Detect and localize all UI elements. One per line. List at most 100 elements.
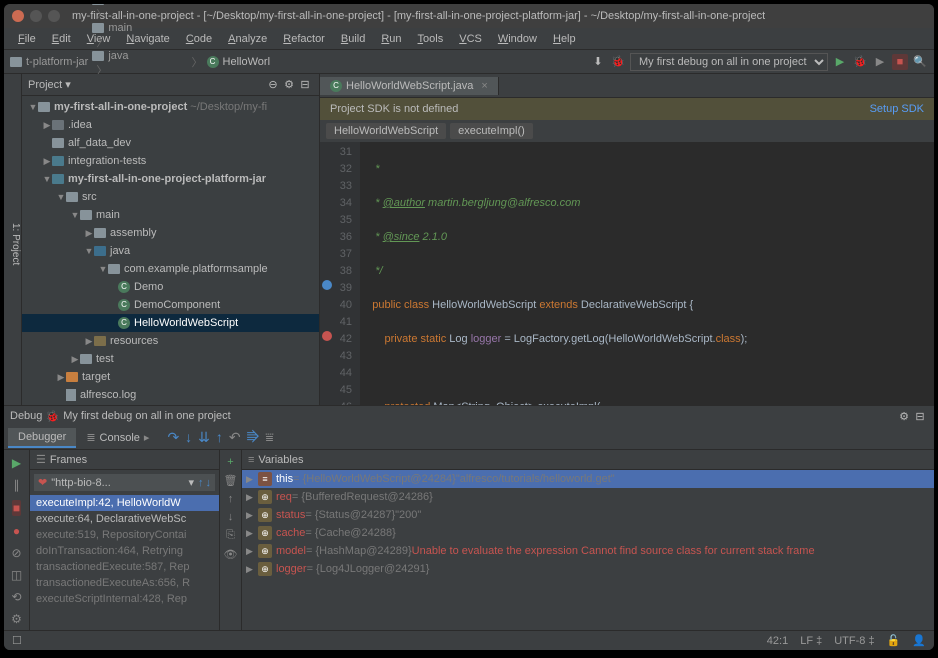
setup-sdk-link[interactable]: Setup SDK bbox=[870, 103, 924, 115]
tree-selected-file: CHelloWorldWebScript bbox=[22, 314, 319, 332]
stack-frame[interactable]: execute:64, DeclarativeWebSc bbox=[30, 511, 219, 527]
restore-layout-icon[interactable]: ⟲ bbox=[11, 590, 21, 604]
watch-up-icon[interactable]: ↑ bbox=[228, 493, 234, 505]
run-config-select[interactable]: My first debug on all in one project bbox=[630, 53, 828, 71]
tab-console[interactable]: ≣Console▸ bbox=[76, 428, 159, 447]
window-maximize-icon[interactable] bbox=[48, 10, 60, 22]
variable-row[interactable]: ▶⊕req = {BufferedRequest@24286} bbox=[242, 488, 934, 506]
breakpoint-icon[interactable] bbox=[322, 280, 332, 290]
stack-frame[interactable]: executeImpl:42, HelloWorldW bbox=[30, 495, 219, 511]
breadcrumb-item[interactable]: src bbox=[92, 4, 183, 6]
stack-frame[interactable]: executeScriptInternal:428, Rep bbox=[30, 591, 219, 607]
menu-window[interactable]: Window bbox=[490, 31, 545, 47]
run-to-cursor-icon[interactable]: ⭆ bbox=[247, 429, 260, 446]
project-tool-tab[interactable]: 1: Project bbox=[4, 74, 22, 405]
variables-list[interactable]: ▶≡this = {HelloWorldWebScript@24284} "al… bbox=[242, 470, 934, 630]
error-icon bbox=[322, 331, 332, 341]
settings-icon[interactable]: ⚙ bbox=[11, 612, 22, 626]
force-step-into-icon[interactable]: ⇊ bbox=[198, 429, 210, 446]
search-icon[interactable]: 🔍 bbox=[912, 54, 928, 70]
stack-frame[interactable]: doInTransaction:464, Retrying bbox=[30, 543, 219, 559]
bug-icon: 🐞 bbox=[45, 410, 59, 423]
hide-icon[interactable]: ⊟ bbox=[912, 408, 928, 424]
step-into-icon[interactable]: ↓ bbox=[185, 429, 192, 446]
thread-selector[interactable]: ❤"http-bio-8...▾↑↓ bbox=[34, 474, 215, 491]
breadcrumb-file[interactable]: CHelloWorl bbox=[207, 56, 270, 68]
folder-icon bbox=[10, 57, 22, 67]
layout-icon[interactable]: ◫ bbox=[11, 568, 22, 582]
debug-button[interactable]: 🐞 bbox=[852, 54, 868, 70]
project-tree[interactable]: ▼my-first-all-in-one-project ~/Desktop/m… bbox=[22, 96, 319, 405]
mute-breakpoints-icon[interactable]: ⊘ bbox=[11, 546, 21, 560]
menu-vcs[interactable]: VCS bbox=[451, 31, 490, 47]
menu-run[interactable]: Run bbox=[373, 31, 409, 47]
class-icon: C bbox=[207, 56, 219, 68]
stop-button[interactable]: ■ bbox=[892, 54, 908, 70]
breadcrumb-item[interactable]: java bbox=[92, 50, 183, 62]
statusbar: ☐ 42:1 LF ‡ UTF-8 ‡ 🔓 👤 bbox=[4, 630, 934, 650]
variable-row[interactable]: ▶≡this = {HelloWorldWebScript@24284} "al… bbox=[242, 470, 934, 488]
crumb-class[interactable]: HelloWorldWebScript bbox=[326, 123, 446, 139]
debug-session-name: My first debug on all in one project bbox=[63, 410, 231, 422]
stack-frame[interactable]: transactionedExecute:587, Rep bbox=[30, 559, 219, 575]
window-close-icon[interactable] bbox=[12, 10, 24, 22]
variables-icon: ≡ bbox=[248, 454, 254, 466]
coverage-button[interactable]: ▶ bbox=[872, 54, 888, 70]
editor: CHelloWorldWebScript.java× Project SDK i… bbox=[320, 74, 934, 405]
menu-refactor[interactable]: Refactor bbox=[275, 31, 333, 47]
gear-icon[interactable]: ⚙ bbox=[896, 408, 912, 424]
editor-tab[interactable]: CHelloWorldWebScript.java× bbox=[320, 77, 499, 95]
breadcrumb-item[interactable]: main bbox=[92, 22, 183, 34]
class-icon: C bbox=[118, 317, 130, 329]
step-over-icon[interactable]: ↷ bbox=[167, 429, 179, 446]
stack-frame[interactable]: execute:519, RepositoryContai bbox=[30, 527, 219, 543]
drop-frame-icon[interactable]: ↶ bbox=[229, 429, 241, 446]
caret-position[interactable]: 42:1 bbox=[767, 635, 788, 647]
duplicate-watch-icon[interactable]: ⎘ bbox=[226, 529, 235, 542]
variable-row[interactable]: ▶⊕model = {HashMap@24289} Unable to eval… bbox=[242, 542, 934, 560]
frames-panel: ☰Frames ❤"http-bio-8...▾↑↓ executeImpl:4… bbox=[30, 450, 220, 630]
view-breakpoints-icon[interactable]: ● bbox=[13, 524, 20, 538]
hide-icon[interactable]: ⊟ bbox=[297, 77, 313, 93]
gutter[interactable]: 313233343536373839404142434445464748 bbox=[320, 142, 360, 405]
collapse-icon[interactable]: ⊖ bbox=[265, 77, 281, 93]
variable-row[interactable]: ▶⊕logger = {Log4JLogger@24291} bbox=[242, 560, 934, 578]
resume-button[interactable]: ▶ bbox=[12, 456, 21, 470]
line-separator[interactable]: LF ‡ bbox=[800, 635, 822, 647]
evaluate-icon[interactable]: ⩸ bbox=[265, 429, 274, 446]
hector-icon[interactable]: 👤 bbox=[912, 634, 926, 647]
menu-file[interactable]: File bbox=[10, 31, 44, 47]
build-icon[interactable]: ⬇ bbox=[590, 54, 606, 70]
show-watches-icon[interactable]: 👁 bbox=[224, 548, 238, 561]
variable-row[interactable]: ▶⊕status = {Status@24287} "200" bbox=[242, 506, 934, 524]
stack-frames[interactable]: executeImpl:42, HelloWorldWexecute:64, D… bbox=[30, 495, 219, 630]
tab-debugger[interactable]: Debugger bbox=[8, 428, 76, 448]
breadcrumb-bar: t-platform-jar 〉src〉main〉java〉com〉exampl… bbox=[4, 50, 934, 74]
window-minimize-icon[interactable] bbox=[30, 10, 42, 22]
status-messages-icon[interactable]: ☐ bbox=[12, 634, 22, 647]
menu-tools[interactable]: Tools bbox=[410, 31, 452, 47]
run-button[interactable]: ▶ bbox=[832, 54, 848, 70]
stack-frame[interactable]: transactionedExecuteAs:656, R bbox=[30, 575, 219, 591]
stop-debug-button[interactable]: ■ bbox=[12, 500, 21, 516]
code-body[interactable]: * * @author martin.bergljung@alfresco.co… bbox=[360, 142, 934, 405]
menu-build[interactable]: Build bbox=[333, 31, 373, 47]
gear-icon[interactable]: ⚙ bbox=[281, 77, 297, 93]
variable-row[interactable]: ▶⊕cache = {Cache@24288} bbox=[242, 524, 934, 542]
watch-down-icon[interactable]: ↓ bbox=[228, 511, 234, 523]
debug-config-icon: 🐞 bbox=[610, 54, 626, 70]
crumb-method[interactable]: executeImpl() bbox=[450, 123, 533, 139]
menu-analyze[interactable]: Analyze bbox=[220, 31, 275, 47]
remove-watch-icon[interactable]: 🗑 bbox=[224, 474, 238, 487]
new-watch-icon[interactable]: + bbox=[227, 456, 233, 468]
breadcrumb-project[interactable]: t-platform-jar bbox=[10, 56, 88, 68]
sdk-warning-bar: Project SDK is not defined Setup SDK bbox=[320, 98, 934, 120]
step-out-icon[interactable]: ↑ bbox=[216, 429, 223, 446]
menu-edit[interactable]: Edit bbox=[44, 31, 79, 47]
close-tab-icon[interactable]: × bbox=[481, 80, 487, 92]
pause-button[interactable]: ∥ bbox=[14, 478, 20, 492]
lock-icon[interactable]: 🔓 bbox=[887, 634, 901, 647]
project-view-dropdown[interactable]: Project ▾ bbox=[28, 78, 71, 91]
file-encoding[interactable]: UTF-8 ‡ bbox=[834, 635, 874, 647]
menu-help[interactable]: Help bbox=[545, 31, 584, 47]
